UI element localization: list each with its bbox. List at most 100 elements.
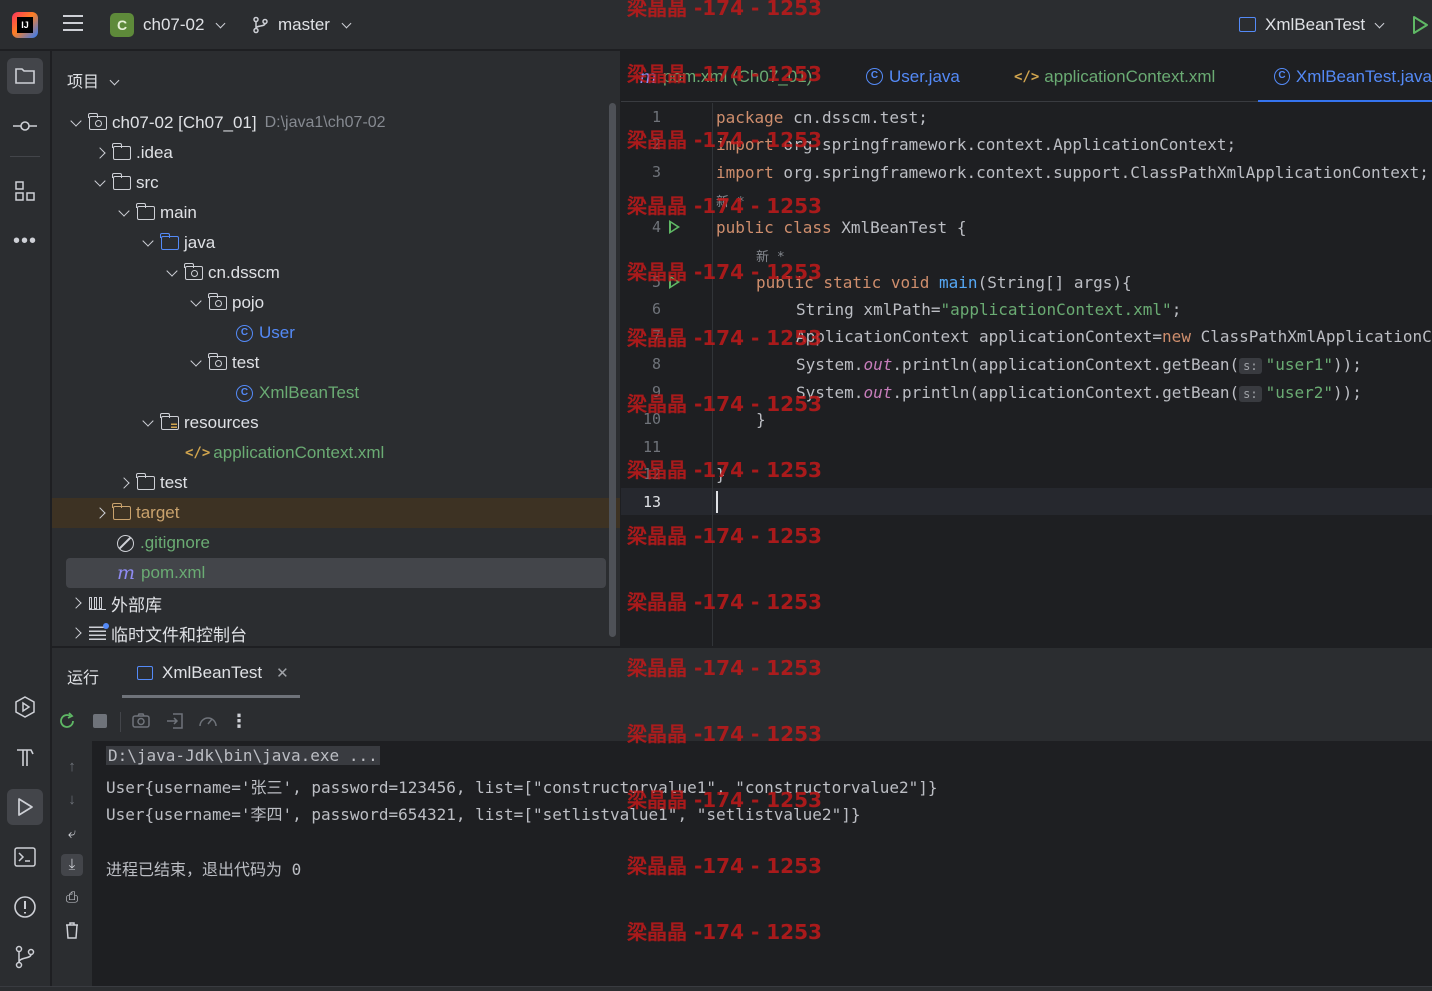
expand-arrow-icon[interactable] [189,356,203,370]
problems-tool-button[interactable] [7,889,43,925]
services-icon [15,696,35,718]
trash-icon[interactable] [61,919,83,941]
build-tool-button[interactable] [7,739,43,775]
folder-icon [15,68,35,84]
run-gutter-icon[interactable] [669,220,680,234]
expand-arrow-icon[interactable] [189,296,203,310]
scratches-icon [89,623,109,640]
close-icon[interactable]: ✕ [276,664,289,682]
tree-item-project-root[interactable]: ch07-02 [Ch07_01] D:\java1\ch07-02 [52,108,608,138]
run-tool-button[interactable] [7,789,43,825]
expand-arrow-icon[interactable] [93,176,107,190]
code-vision-hint[interactable]: 新 * [756,246,785,265]
run-config-selector[interactable]: XmlBeanTest [1265,15,1385,35]
code-vision-hint[interactable]: 新 * [716,191,745,210]
tree-item-src[interactable]: src [52,168,608,198]
tree-item-external-libraries[interactable]: 外部库 [52,588,608,618]
scroll-to-end-icon[interactable]: ⤓ [61,854,83,876]
branch-selector[interactable]: master [278,15,352,35]
tree-item-test-folder[interactable]: test [52,468,608,498]
tree-item-cn-dsscm[interactable]: cn.dsscm [52,258,608,288]
tree-item-main[interactable]: main [52,198,608,228]
run-tab-xmlbeantest[interactable]: XmlBeanTest ✕ [122,648,300,698]
expand-arrow-icon[interactable] [93,506,107,520]
expand-arrow-icon[interactable] [141,236,155,250]
module-folder-icon [88,113,107,130]
hammer-icon [17,749,34,766]
code-text: ApplicationContext applicationContext= [796,327,1163,346]
run-config-icon [137,666,153,680]
print-icon[interactable]: ⎙ [61,887,83,909]
arrow-down-icon[interactable]: ↓ [61,789,83,811]
main-menu-icon[interactable] [63,15,83,33]
exit-icon[interactable] [165,711,185,731]
expand-arrow-icon[interactable] [69,626,83,640]
stop-icon[interactable] [90,711,110,731]
tree-item-application-context[interactable]: </> applicationContext.xml [52,438,608,468]
class-icon: C [1274,68,1290,85]
project-tool-button[interactable] [7,58,43,94]
tab-application-context[interactable]: </> applicationContext.xml [1014,51,1215,102]
expand-arrow-icon[interactable] [69,116,83,130]
console-output[interactable]: D:\java-Jdk\bin\java.exe ... User{userna… [92,741,1432,987]
tree-item-xmlbeantest[interactable]: C XmlBeanTest [52,378,608,408]
git-branch-icon [253,16,268,34]
package-icon [208,353,227,370]
structure-tool-button[interactable] [7,173,43,209]
tree-item-label: java [184,233,216,252]
project-scrollbar[interactable] [609,103,616,637]
tree-item-target[interactable]: target [52,498,620,528]
tree-item-gitignore[interactable]: .gitignore [52,528,608,558]
tab-user-java[interactable]: C User.java [866,51,960,102]
code-editor[interactable]: 1 2 3 4 5 6 7 8 9 10 11 12 13 package cn… [621,103,1432,646]
more-vertical-icon[interactable]: ⋮ [229,711,249,731]
run-icon[interactable] [1410,15,1430,35]
tab-pom-xml[interactable]: m pom.xml (Ch07_01) [639,51,812,102]
tree-item-test-package[interactable]: test [52,348,608,378]
play-icon [18,798,33,816]
expand-arrow-icon[interactable] [117,206,131,220]
console-command-line[interactable]: D:\java-Jdk\bin\java.exe ... [106,746,380,765]
parameter-hint: s: [1239,358,1262,374]
code-text: (String[] args){ [977,273,1132,292]
terminal-tool-button[interactable] [7,839,43,875]
soft-wrap-icon[interactable]: ⤶ [61,823,83,845]
rerun-icon[interactable] [57,711,77,731]
services-tool-button[interactable] [7,689,43,725]
expand-arrow-icon[interactable] [93,146,107,160]
tree-item-pojo[interactable]: pojo [52,288,608,318]
tree-item-scratches[interactable]: 临时文件和控制台 [52,618,608,648]
tab-xmlbeantest-java[interactable]: C XmlBeanTest.java [1258,51,1432,102]
chevron-down-icon [341,18,352,29]
expand-arrow-icon[interactable] [69,596,83,610]
project-badge[interactable]: C [110,13,134,37]
more-tools-icon[interactable]: ••• [7,223,43,259]
arrow-up-icon[interactable]: ↑ [61,756,83,778]
status-bar [0,986,1432,991]
camera-icon[interactable] [131,711,151,731]
code-string: "applicationContext.xml" [940,300,1172,319]
expand-arrow-icon[interactable] [165,266,179,280]
tree-item-java[interactable]: java [52,228,608,258]
expand-arrow-icon[interactable] [141,416,155,430]
parameter-hint: s: [1239,386,1262,402]
tree-item-idea[interactable]: .idea [52,138,608,168]
run-config-icon [1239,17,1256,32]
tree-item-label: 临时文件和控制台 [111,625,247,645]
profiler-icon[interactable] [197,711,219,731]
tree-item-pom-xml[interactable]: m pom.xml [66,558,606,588]
intellij-logo-icon[interactable] [12,12,38,38]
code-keyword: import [716,135,774,154]
commit-tool-button[interactable] [7,108,43,144]
git-branch-icon [15,945,35,969]
tree-item-label: cn.dsscm [208,263,280,282]
tree-item-resources[interactable]: resources [52,408,608,438]
run-gutter-icon[interactable] [669,275,680,289]
line-number: 4 [651,218,661,236]
project-panel-header[interactable]: 项目 [67,68,120,92]
project-path: D:\java1\ch07-02 [264,114,386,131]
expand-arrow-icon[interactable] [117,476,131,490]
tree-item-user[interactable]: C User [52,318,608,348]
git-tool-button[interactable] [7,939,43,975]
project-selector[interactable]: ch07-02 [143,15,226,35]
